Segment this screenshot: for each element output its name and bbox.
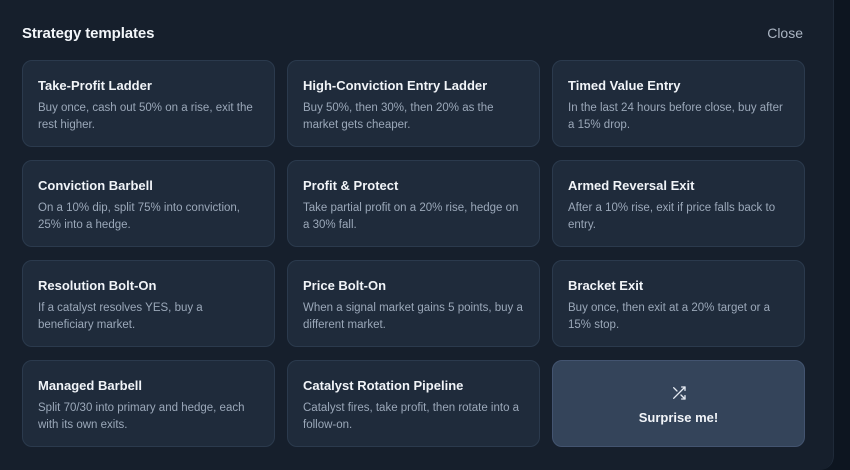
template-title: Resolution Bolt-On — [38, 278, 157, 293]
template-card-take-profit-ladder[interactable]: Take-Profit Ladder Buy once, cash out 50… — [22, 60, 275, 147]
surprise-me-label: Surprise me! — [638, 410, 719, 425]
surprise-me-button[interactable]: Surprise me! — [552, 360, 805, 447]
template-title: Price Bolt-On — [303, 278, 387, 293]
template-title: Profit & Protect — [303, 178, 399, 193]
template-card-armed-reversal-exit[interactable]: Armed Reversal Exit After a 10% rise, ex… — [552, 160, 805, 247]
template-card-resolution-bolt-on[interactable]: Resolution Bolt-On If a catalyst resolve… — [22, 260, 275, 347]
template-description: Split 70/30 into primary and hedge, each… — [38, 402, 245, 431]
template-card-conviction-barbell[interactable]: Conviction Barbell On a 10% dip, split 7… — [22, 160, 275, 247]
template-title: High-Conviction Entry Ladder — [303, 78, 488, 93]
template-title: Catalyst Rotation Pipeline — [303, 378, 464, 393]
template-card-bracket-exit[interactable]: Bracket Exit Buy once, then exit at a 20… — [552, 260, 805, 347]
template-title: Conviction Barbell — [38, 178, 153, 193]
template-description: After a 10% rise, exit if price falls ba… — [568, 202, 776, 231]
template-title: Take-Profit Ladder — [38, 78, 152, 93]
dialog-title: Strategy templates — [22, 24, 155, 42]
template-card-profit-and-protect[interactable]: Profit & Protect Take partial profit on … — [287, 160, 540, 247]
template-description: When a signal market gains 5 points, buy… — [303, 302, 523, 331]
template-grid: Take-Profit Ladder Buy once, cash out 50… — [22, 60, 805, 447]
template-title: Bracket Exit — [568, 278, 644, 293]
template-description: If a catalyst resolves YES, buy a benefi… — [38, 302, 203, 331]
template-card-catalyst-rotation-pipeline[interactable]: Catalyst Rotation Pipeline Catalyst fire… — [287, 360, 540, 447]
shuffle-icon — [672, 386, 686, 400]
template-title: Managed Barbell — [38, 378, 143, 393]
template-description: Catalyst fires, take profit, then rotate… — [303, 402, 520, 431]
template-description: Buy 50%, then 30%, then 20% as the marke… — [303, 102, 494, 131]
template-description: Take partial profit on a 20% rise, hedge… — [303, 202, 519, 231]
template-card-managed-barbell[interactable]: Managed Barbell Split 70/30 into primary… — [22, 360, 275, 447]
template-description: In the last 24 hours before close, buy a… — [568, 102, 783, 131]
close-button[interactable]: Close — [767, 23, 803, 43]
template-title: Timed Value Entry — [568, 78, 681, 93]
template-card-timed-value-entry[interactable]: Timed Value Entry In the last 24 hours b… — [552, 60, 805, 147]
dialog-header: Strategy templates Close — [22, 23, 803, 43]
template-description: On a 10% dip, split 75% into conviction,… — [38, 202, 241, 231]
template-description: Buy once, then exit at a 20% target or a… — [568, 302, 771, 331]
template-card-high-conviction-entry-ladder[interactable]: High-Conviction Entry Ladder Buy 50%, th… — [287, 60, 540, 147]
template-title: Armed Reversal Exit — [568, 178, 695, 193]
template-card-price-bolt-on[interactable]: Price Bolt-On When a signal market gains… — [287, 260, 540, 347]
strategy-templates-dialog: Strategy templates Close Take-Profit Lad… — [0, 0, 834, 470]
template-description: Buy once, cash out 50% on a rise, exit t… — [38, 102, 253, 131]
